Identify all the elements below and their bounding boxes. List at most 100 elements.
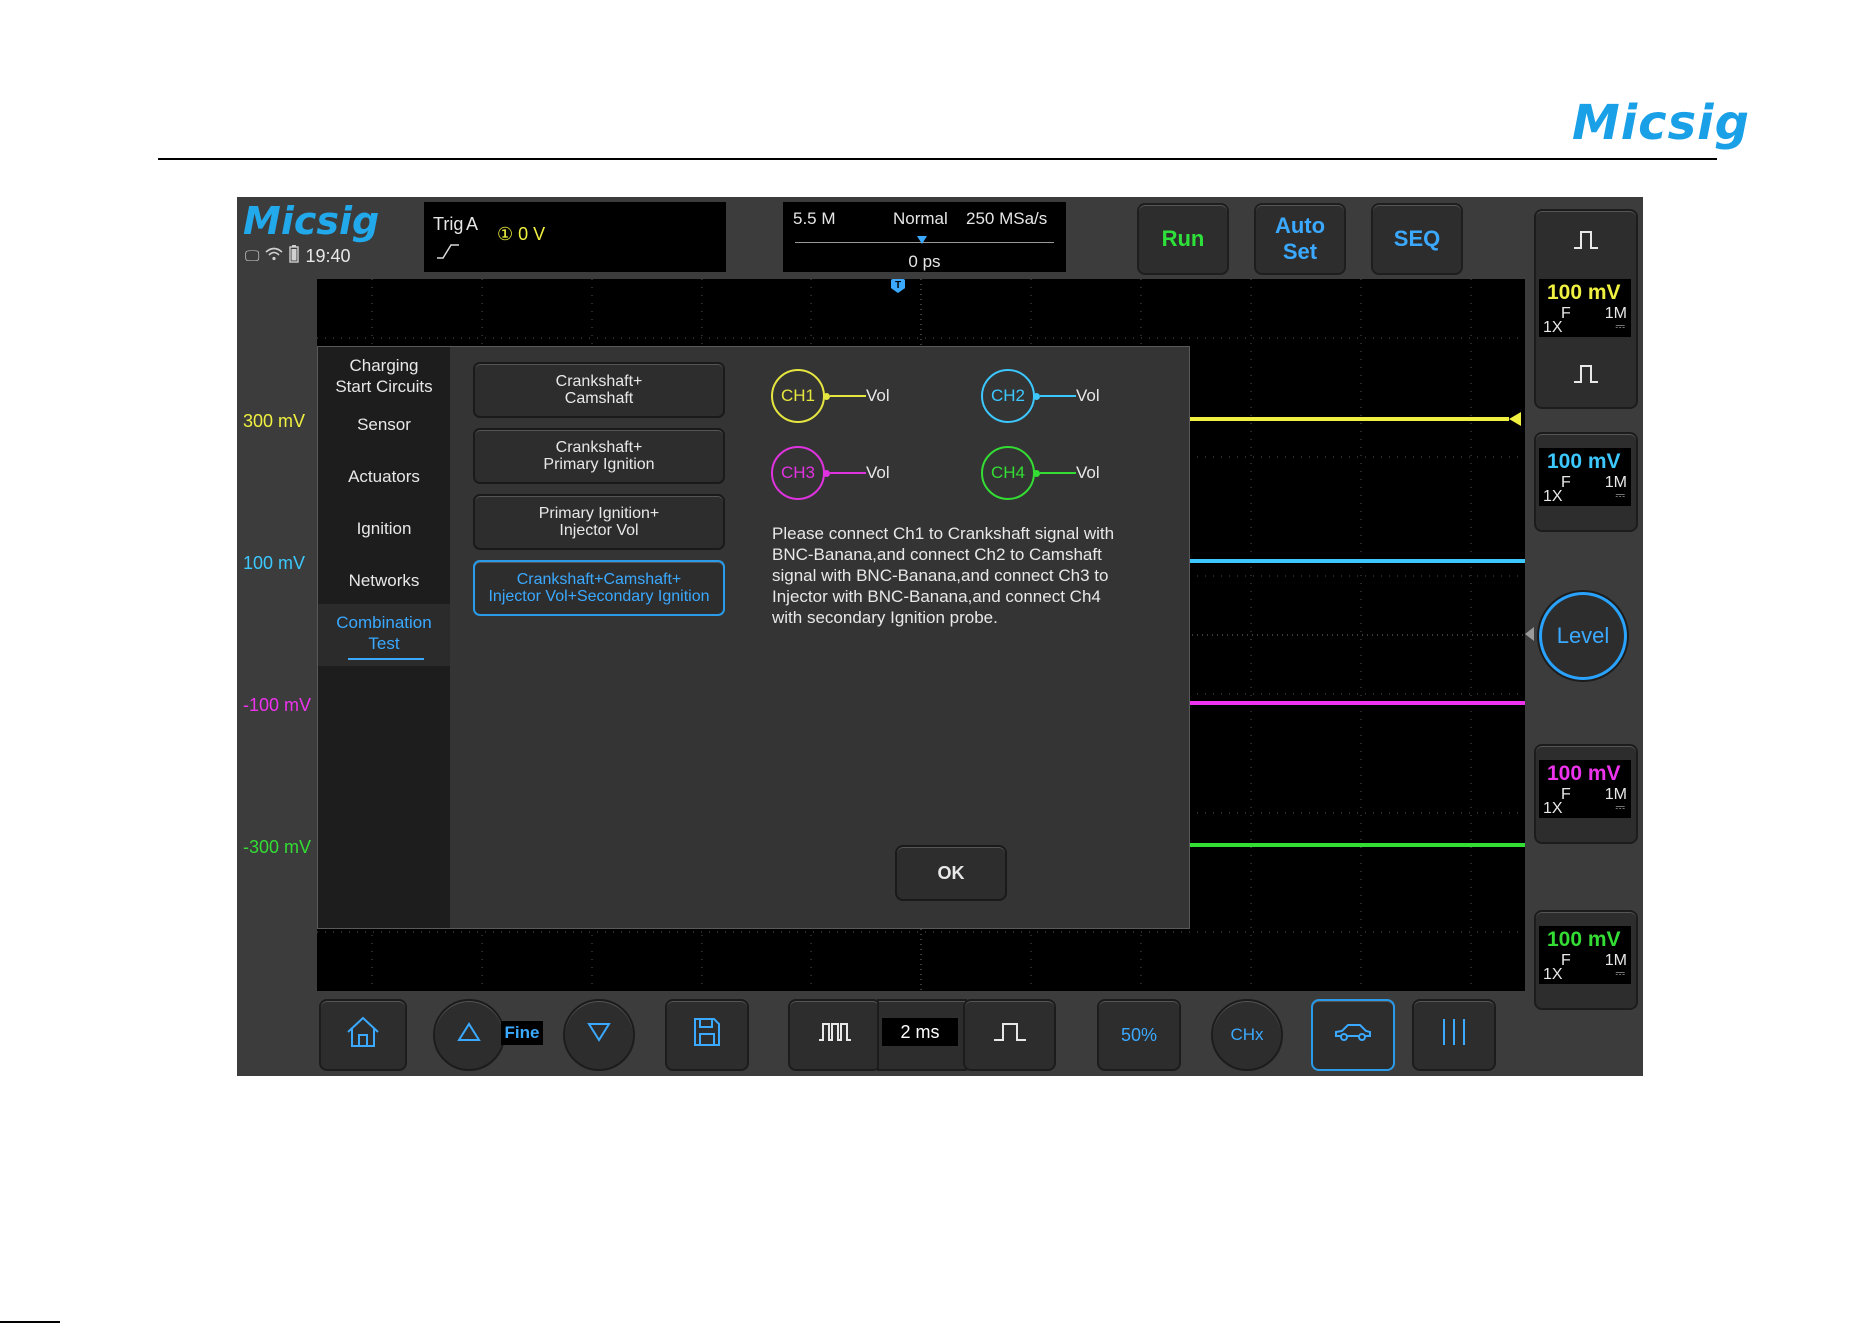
connector-wire [830, 472, 866, 474]
active-category-underline [348, 658, 424, 660]
trigger-mode: Normal [893, 209, 948, 228]
trigger-panel[interactable]: Trig A ① 0 V [424, 202, 726, 272]
ch2-info[interactable]: 100 mV F 1M 1X ⎓ [1539, 448, 1631, 506]
scale-label-text: 100 mV [243, 553, 306, 573]
car-icon [1333, 1021, 1373, 1050]
oscilloscope-screen: Micsig 🖵 19:40 Trig A ① 0 V 5.5 M Normal… [237, 197, 1643, 1076]
chx-button[interactable]: CHx [1211, 999, 1283, 1071]
option-label: Primary Ignition [543, 456, 655, 473]
ch1-info[interactable]: 100 mV F 1M 1X ⎓ [1539, 279, 1631, 337]
category-item[interactable]: Charging Start Circuits [318, 355, 450, 397]
category-label: Charging [349, 356, 419, 375]
ch1-coupling: ⎓ [1615, 319, 1625, 333]
decrease-button[interactable] [563, 999, 635, 1071]
ch2-volts: 100 mV [1547, 450, 1621, 473]
category-label: Start Circuits [335, 377, 433, 396]
option-label: Injector Vol+Secondary Ignition [488, 588, 710, 605]
horizontal-delay: 0 ps [908, 252, 941, 271]
wifi-icon [265, 247, 283, 265]
ch3-signal: Vol [866, 463, 890, 482]
scale-label: 100 mV [243, 553, 305, 574]
auto-set-label-1: Auto [1274, 213, 1326, 238]
scale-label-text: -100 mV [243, 695, 312, 715]
category-item[interactable]: Sensor [318, 414, 450, 435]
category-label: Actuators [348, 467, 420, 486]
ch3-info[interactable]: 100 mV F 1M 1X ⎓ [1539, 760, 1631, 818]
ch1-connection: CH1 Vol [771, 369, 890, 423]
scale-label-text: 300 mV [243, 411, 306, 431]
scale-label-text: -300 mV [243, 837, 312, 857]
memory-depth: 5.5 M [793, 209, 836, 228]
ch3-probe: 1X [1543, 800, 1563, 817]
run-button[interactable]: Run [1137, 203, 1229, 275]
category-label: Sensor [357, 415, 411, 434]
save-icon [692, 1016, 722, 1055]
ch4-coupling: ⎓ [1615, 966, 1625, 980]
home-button[interactable] [319, 999, 407, 1071]
ch1-channel-panel[interactable]: 100 mV F 1M 1X ⎓ [1534, 209, 1638, 409]
auto-set-button[interactable]: Auto Set [1254, 203, 1346, 275]
header-rule [158, 158, 1717, 160]
ch4-info[interactable]: 100 mV F 1M 1X ⎓ [1539, 926, 1631, 984]
monitor-icon: 🖵 [245, 247, 260, 265]
timebase-faster-button[interactable] [788, 999, 881, 1071]
option-label: Crankshaft+ [555, 439, 643, 456]
option-button-selected[interactable]: Crankshaft+Camshaft+ Injector Vol+Seconda… [473, 560, 725, 616]
triangle-down-icon [587, 1022, 611, 1048]
triangle-up-icon [457, 1022, 481, 1048]
horizontal-info-panel[interactable]: 5.5 M Normal 250 MSa/s 0 ps [783, 202, 1066, 272]
ch4-channel-panel[interactable]: 100 mV F 1M 1X ⎓ [1534, 910, 1638, 1010]
ch2-signal: Vol [1076, 386, 1100, 405]
option-label: Camshaft [564, 390, 634, 407]
timebase-value[interactable]: 2 ms [882, 1018, 958, 1046]
cursor-button[interactable] [1412, 999, 1496, 1071]
option-button[interactable]: Crankshaft+ Primary Ignition [473, 428, 725, 484]
ch2-connection: CH2 Vol [981, 369, 1100, 423]
ok-button[interactable]: OK [895, 845, 1007, 901]
ch3-channel-panel[interactable]: 100 mV F 1M 1X ⎓ [1534, 744, 1638, 844]
level-button[interactable]: Level [1539, 592, 1627, 680]
ch1-signal: Vol [866, 386, 890, 405]
connector-dot [823, 469, 830, 477]
seq-button[interactable]: SEQ [1371, 203, 1463, 275]
connector-wire [1040, 472, 1076, 474]
option-label: Injector Vol [559, 522, 639, 539]
scale-label: -300 mV [243, 837, 311, 858]
ch2-coupling: ⎓ [1615, 488, 1625, 502]
category-label: Ignition [356, 519, 412, 538]
ch3-volts: 100 mV [1547, 762, 1621, 785]
option-label: Crankshaft+ [555, 373, 643, 390]
category-item[interactable]: Actuators [318, 466, 450, 487]
ch2-badge: CH2 [981, 369, 1035, 423]
option-button[interactable]: Crankshaft+ Camshaft [473, 362, 725, 418]
save-button[interactable] [665, 999, 749, 1071]
pulse-icon [1536, 227, 1636, 258]
ch4-probe: 1X [1543, 966, 1563, 983]
ch1-probe: 1X [1543, 319, 1563, 336]
option-button[interactable]: Primary Ignition+ Injector Vol [473, 494, 725, 550]
category-item-active[interactable]: Combination Test [318, 604, 450, 666]
option-label: Crankshaft+Camshaft+ [516, 571, 682, 588]
ch4-volts: 100 mV [1547, 928, 1621, 951]
connector-dot [1033, 469, 1040, 477]
timebase-slower-button[interactable] [963, 999, 1056, 1071]
fine-toggle[interactable]: Fine [501, 1021, 543, 1045]
automotive-button[interactable] [1311, 999, 1395, 1071]
category-item[interactable]: Networks [318, 570, 450, 591]
ch3-connection: CH3 Vol [771, 446, 890, 500]
increase-button[interactable] [433, 999, 505, 1071]
ch2-channel-panel[interactable]: 100 mV F 1M 1X ⎓ [1534, 432, 1638, 532]
ch1-badge: CH1 [771, 369, 825, 423]
pulse-icon [992, 1021, 1028, 1050]
connector-dot [823, 392, 830, 400]
ch3-coupling: ⎓ [1615, 800, 1625, 814]
fifty-percent-button[interactable]: 50% [1097, 999, 1181, 1071]
ch1-volts: 100 mV [1547, 281, 1621, 304]
trigger-level-marker[interactable] [1509, 412, 1521, 426]
level-collapse-arrow[interactable] [1525, 627, 1534, 641]
category-item[interactable]: Ignition [318, 518, 450, 539]
ch3-badge: CH3 [771, 446, 825, 500]
category-label: Networks [348, 571, 420, 590]
status-bar: 🖵 19:40 [245, 245, 351, 267]
trigger-level: ① 0 V [497, 224, 546, 244]
